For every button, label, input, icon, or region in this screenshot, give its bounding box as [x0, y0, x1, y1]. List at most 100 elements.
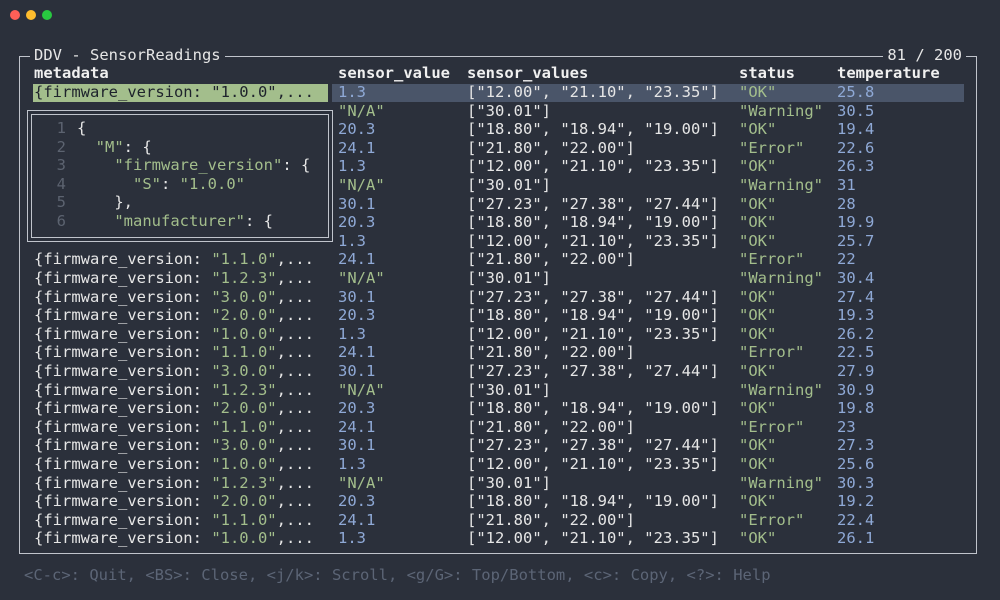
- table-row[interactable]: {firmware_version: "1.0.0",... 1.3 ["12.00…: [0, 529, 1000, 548]
- cell-status[interactable]: "OK": [739, 120, 776, 139]
- table-row[interactable]: {firmware_version: "2.0.0",... 20.3 ["18.8…: [0, 306, 1000, 325]
- table-row[interactable]: {firmware_version: "1.0.0",... 1.3 ["12.00…: [0, 455, 1000, 474]
- cell-sensor-value[interactable]: 1.3: [338, 157, 366, 176]
- cell-sensor-value[interactable]: 20.3: [338, 492, 375, 511]
- cell-temperature[interactable]: 30.5: [837, 102, 874, 121]
- cell-sensor-value[interactable]: 1.3: [338, 232, 366, 251]
- cell-status[interactable]: "Error": [739, 343, 804, 362]
- cell-status[interactable]: "Warning": [739, 381, 823, 400]
- cell-sensor-values[interactable]: ["21.80", "22.00"]: [467, 343, 635, 362]
- cell-status[interactable]: "OK": [739, 195, 776, 214]
- cell-status[interactable]: "OK": [739, 399, 776, 418]
- cell-metadata[interactable]: {firmware_version: "3.0.0",...: [34, 288, 314, 307]
- table-row[interactable]: {firmware_version: "1.0.0",... 1.3 ["12.00…: [0, 325, 1000, 344]
- table-row[interactable]: {firmware_version: "1.2.3",... "N/A" ["30.…: [0, 474, 1000, 493]
- cell-sensor-value[interactable]: 24.1: [338, 418, 375, 437]
- cell-status[interactable]: "OK": [739, 325, 776, 344]
- cell-temperature[interactable]: 22.6: [837, 139, 874, 158]
- cell-sensor-value[interactable]: 30.1: [338, 436, 375, 455]
- cell-sensor-values[interactable]: ["21.80", "22.00"]: [467, 139, 635, 158]
- cell-status[interactable]: "Warning": [739, 269, 823, 288]
- cell-sensor-values[interactable]: ["12.00", "21.10", "23.35"]: [467, 325, 719, 344]
- cell-sensor-values[interactable]: ["30.01"]: [467, 474, 551, 493]
- column-header-temperature[interactable]: temperature: [837, 64, 940, 83]
- table-row[interactable]: {firmware_version: "1.1.0",... 24.1 ["21.8…: [0, 418, 1000, 437]
- cell-temperature[interactable]: 27.3: [837, 436, 874, 455]
- table-row[interactable]: {firmware_version: "2.0.0",... 20.3 ["18.8…: [0, 399, 1000, 418]
- cell-sensor-values[interactable]: ["27.23", "27.38", "27.44"]: [467, 195, 719, 214]
- cell-metadata[interactable]: {firmware_version: "2.0.0",...: [34, 492, 314, 511]
- cell-status[interactable]: "Error": [739, 250, 804, 269]
- cell-status[interactable]: "Error": [739, 511, 804, 530]
- table-row[interactable]: {firmware_version: "3.0.0",... 30.1 ["27.2…: [0, 436, 1000, 455]
- cell-temperature[interactable]: 19.9: [837, 213, 874, 232]
- cell-status[interactable]: "Warning": [739, 176, 823, 195]
- cell-status[interactable]: "OK": [739, 455, 776, 474]
- cell-sensor-value[interactable]: 24.1: [338, 511, 375, 530]
- cell-sensor-value[interactable]: "N/A": [338, 102, 385, 121]
- cell-sensor-value[interactable]: 20.3: [338, 399, 375, 418]
- table-row[interactable]: {firmware_version: "1.1.0",... 24.1 ["21.8…: [0, 511, 1000, 530]
- cell-status[interactable]: "OK": [739, 157, 776, 176]
- cell-sensor-value[interactable]: "N/A": [338, 269, 385, 288]
- cell-sensor-value[interactable]: 20.3: [338, 213, 375, 232]
- cell-sensor-value[interactable]: 20.3: [338, 306, 375, 325]
- table-row[interactable]: {firmware_version: "1.1.0",... 24.1 ["21.8…: [0, 343, 1000, 362]
- cell-status[interactable]: "Warning": [739, 102, 823, 121]
- selected-table-row[interactable]: {firmware_version: "1.0.0",... 1.3 ["12.…: [0, 83, 1000, 102]
- cell-sensor-value[interactable]: 30.1: [338, 195, 375, 214]
- column-header-status[interactable]: status: [739, 64, 795, 83]
- cell-sensor-values[interactable]: ["30.01"]: [467, 102, 551, 121]
- cell-temperature[interactable]: 22.5: [837, 343, 874, 362]
- column-header-metadata[interactable]: metadata: [34, 64, 109, 83]
- cell-sensor-values[interactable]: ["30.01"]: [467, 176, 551, 195]
- cell-status[interactable]: "OK": [739, 288, 776, 307]
- cell-sensor-values[interactable]: ["18.80", "18.94", "19.00"]: [467, 399, 719, 418]
- cell-status[interactable]: "OK": [739, 492, 776, 511]
- table-row[interactable]: {firmware_version: "3.0.0",... 30.1 ["27.2…: [0, 362, 1000, 381]
- cell-temperature[interactable]: 25.6: [837, 455, 874, 474]
- cell-metadata[interactable]: {firmware_version: "1.0.0",...: [34, 83, 314, 102]
- maximize-window-button[interactable]: [42, 10, 52, 20]
- cell-sensor-values[interactable]: ["12.00", "21.10", "23.35"]: [467, 455, 719, 474]
- cell-sensor-value[interactable]: "N/A": [338, 381, 385, 400]
- minimize-window-button[interactable]: [26, 10, 36, 20]
- cell-temperature[interactable]: 30.3: [837, 474, 874, 493]
- cell-status[interactable]: "OK": [739, 213, 776, 232]
- cell-metadata[interactable]: {firmware_version: "1.2.3",...: [34, 474, 314, 493]
- cell-status[interactable]: "Error": [739, 139, 804, 158]
- column-header-sensor-values[interactable]: sensor_values: [467, 64, 588, 83]
- cell-metadata[interactable]: {firmware_version: "1.1.0",...: [34, 250, 314, 269]
- cell-sensor-value[interactable]: 30.1: [338, 288, 375, 307]
- cell-status[interactable]: "Warning": [739, 474, 823, 493]
- cell-temperature[interactable]: 26.3: [837, 157, 874, 176]
- cell-metadata[interactable]: {firmware_version: "1.0.0",...: [34, 325, 314, 344]
- close-window-button[interactable]: [10, 10, 20, 20]
- cell-sensor-values[interactable]: ["12.00", "21.10", "23.35"]: [467, 232, 719, 251]
- cell-metadata[interactable]: {firmware_version: "3.0.0",...: [34, 436, 314, 455]
- cell-temperature[interactable]: 30.4: [837, 269, 874, 288]
- cell-metadata[interactable]: {firmware_version: "1.1.0",...: [34, 343, 314, 362]
- cell-sensor-values[interactable]: ["12.00", "21.10", "23.35"]: [467, 529, 719, 548]
- cell-sensor-value[interactable]: "N/A": [338, 474, 385, 493]
- cell-sensor-values[interactable]: ["27.23", "27.38", "27.44"]: [467, 288, 719, 307]
- table-row[interactable]: {firmware_version: "3.0.0",... 30.1 ["27.2…: [0, 288, 1000, 307]
- cell-sensor-values[interactable]: ["18.80", "18.94", "19.00"]: [467, 120, 719, 139]
- cell-temperature[interactable]: 23: [837, 418, 856, 437]
- cell-status[interactable]: "OK": [739, 306, 776, 325]
- cell-metadata[interactable]: {firmware_version: "1.1.0",...: [34, 511, 314, 530]
- cell-temperature[interactable]: 26.1: [837, 529, 874, 548]
- cell-metadata[interactable]: {firmware_version: "2.0.0",...: [34, 306, 314, 325]
- cell-sensor-value[interactable]: 24.1: [338, 250, 375, 269]
- cell-temperature[interactable]: 28: [837, 195, 856, 214]
- cell-temperature[interactable]: 19.2: [837, 492, 874, 511]
- cell-status[interactable]: "OK": [739, 83, 776, 102]
- cell-temperature[interactable]: 25.7: [837, 232, 874, 251]
- cell-sensor-value[interactable]: 30.1: [338, 362, 375, 381]
- cell-sensor-value[interactable]: 1.3: [338, 83, 366, 102]
- cell-metadata[interactable]: {firmware_version: "1.0.0",...: [34, 455, 314, 474]
- cell-temperature[interactable]: 22: [837, 250, 856, 269]
- cell-temperature[interactable]: 31: [837, 176, 856, 195]
- table-row[interactable]: {firmware_version: "1.1.0",... 24.1 ["21.8…: [0, 250, 1000, 269]
- cell-sensor-values[interactable]: ["12.00", "21.10", "23.35"]: [467, 83, 719, 102]
